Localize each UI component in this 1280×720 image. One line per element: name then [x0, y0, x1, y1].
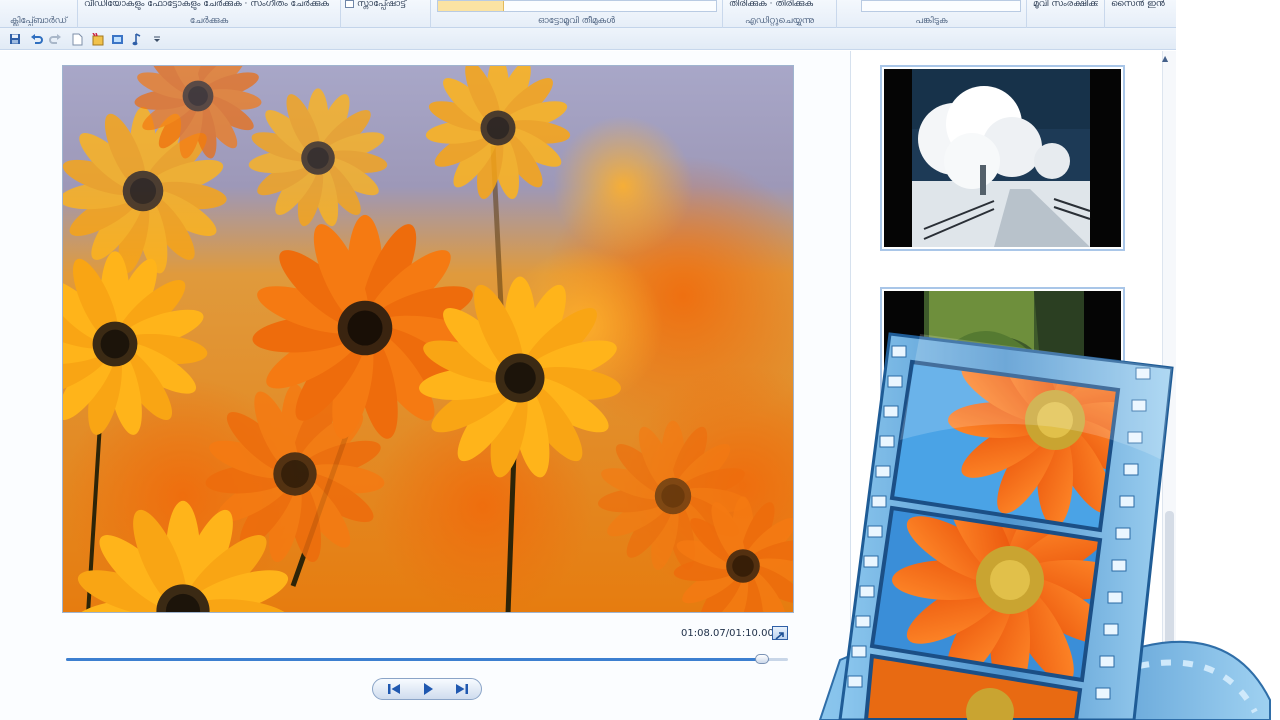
music-icon[interactable]: [130, 32, 144, 46]
snapshot-button[interactable]: സ്നാപ്പ്ഷോട്ട്: [345, 0, 424, 10]
previous-frame-icon: [388, 684, 400, 694]
previous-frame-button[interactable]: [377, 681, 411, 697]
themes-gallery[interactable]: [437, 0, 717, 12]
ribbon-group-editing: തിരിക്കുക · തിരിക്കുക എഡിറ്റുചെയ്യുന്നു: [723, 0, 837, 28]
movie-maker-window: ക്ലിപ്പ്ബോർഡ് വീഡിയോകളും ഫോട്ടോകളും ചേർക…: [0, 0, 1280, 720]
ribbon-group-add: വീഡിയോകളും ഫോട്ടോകളും ചേർക്കുക · സംഗീതം …: [78, 0, 341, 28]
playback-controls: [372, 678, 482, 700]
minimize-ribbon-icon[interactable]: ▲: [1162, 54, 1168, 63]
fullscreen-icon: [775, 632, 784, 640]
play-button[interactable]: [411, 681, 445, 697]
save-icon[interactable]: [8, 32, 22, 46]
play-icon: [424, 683, 433, 695]
ribbon-group-automovie-themes: ഓട്ടോമൂവി തീമുകൾ: [431, 0, 723, 28]
next-frame-icon: [456, 684, 468, 694]
seek-bar-thumb[interactable]: [754, 654, 769, 664]
ribbon-group-sign-in: സൈൻ ഇൻ: [1105, 0, 1176, 28]
share-group-label: പങ്കിടുക: [915, 16, 948, 26]
preview-pane: 01:08.07/01:10.00: [0, 51, 850, 720]
themes-group-label: ഓട്ടോമൂവി തീമുകൾ: [537, 16, 616, 26]
quick-access-toolbar: [0, 28, 1176, 50]
snapshot-checkbox[interactable]: [345, 0, 354, 8]
flower-field-image: [63, 66, 793, 612]
redo-icon[interactable]: [48, 32, 62, 46]
seek-bar-progress: [66, 658, 769, 661]
next-frame-button[interactable]: [445, 681, 479, 697]
customize-dropdown-icon[interactable]: [150, 32, 164, 46]
ribbon-group-share: പങ്കിടുക: [837, 0, 1027, 28]
save-movie-button[interactable]: മൂവി സംരക്ഷിക്കുക: [1033, 0, 1098, 10]
rotate-buttons[interactable]: തിരിക്കുക · തിരിക്കുക: [729, 0, 830, 10]
clipboard-group-label: ക്ലിപ്പ്ബോർഡ്: [9, 16, 68, 26]
add-media-buttons[interactable]: വീഡിയോകളും ഫോട്ടോകളും ചേർക്കുക · സംഗീതം …: [84, 0, 334, 10]
seek-bar[interactable]: [66, 654, 788, 664]
new-project-icon[interactable]: [70, 32, 84, 46]
sign-in-button[interactable]: സൈൻ ഇൻ: [1111, 0, 1170, 10]
ribbon: ക്ലിപ്പ്ബോർഡ് വീഡിയോകളും ഫോട്ടോകളും ചേർക…: [0, 0, 1176, 28]
ribbon-group-snapshot: സ്നാപ്പ്ഷോട്ട്: [341, 0, 431, 28]
add-group-label: ചേർക്കുക: [189, 16, 229, 26]
share-gallery[interactable]: [861, 0, 1021, 12]
snapshot-button-label: സ്നാപ്പ്ഷോട്ട്: [357, 0, 407, 9]
snapshot-icon[interactable]: [110, 32, 124, 46]
ribbon-group-clipboard: ക്ലിപ്പ്ബോർഡ്: [0, 0, 78, 28]
preview-video[interactable]: [62, 65, 794, 613]
fullscreen-button[interactable]: [772, 626, 788, 640]
playback-time-label: 01:08.07/01:10.00: [681, 628, 774, 639]
ribbon-group-save: മൂവി സംരക്ഷിക്കുക: [1027, 0, 1105, 28]
storyboard-clip-snowy-tree[interactable]: [880, 65, 1125, 251]
themes-gallery-selected-item[interactable]: [438, 1, 504, 11]
editing-group-label: എഡിറ്റുചെയ്യുന്നു: [744, 16, 814, 26]
add-media-icon[interactable]: [90, 32, 104, 46]
clipboard-buttons[interactable]: [6, 0, 71, 10]
snowy-tree-thumbnail: [884, 69, 1121, 247]
undo-icon[interactable]: [29, 32, 43, 46]
movie-maker-logo: [800, 320, 1280, 720]
